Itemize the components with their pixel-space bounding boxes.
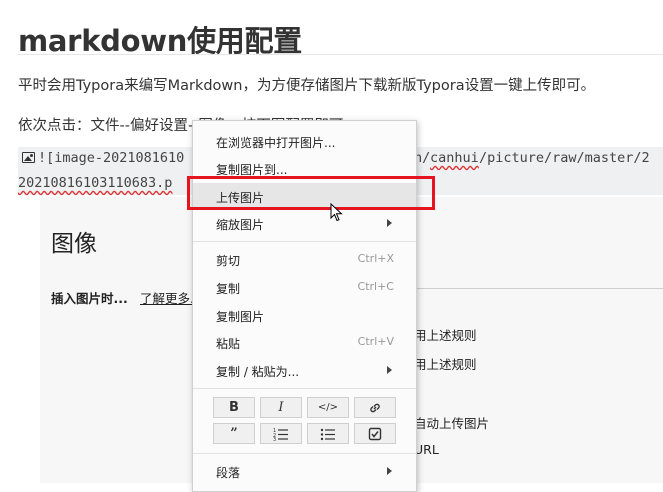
menu-item-label: 复制 bbox=[216, 282, 241, 296]
menu-item-open-in-browser[interactable]: 在浏览器中打开图片... bbox=[193, 128, 416, 154]
settings-option: 用上述规则 bbox=[414, 357, 477, 372]
quote-button[interactable]: ” bbox=[213, 423, 255, 444]
settings-option: 用上述规则 bbox=[414, 328, 477, 343]
bold-button[interactable]: B bbox=[213, 397, 255, 418]
menu-item-label: 复制图片 bbox=[216, 310, 265, 324]
menu-separator bbox=[193, 453, 416, 454]
menu-item-label: 剪切 bbox=[216, 254, 241, 268]
menu-item-shortcut: Ctrl+X bbox=[357, 252, 394, 265]
menu-item-paste[interactable]: 粘贴 Ctrl+V bbox=[193, 329, 416, 355]
menu-item-label: 缩放图片 bbox=[216, 218, 265, 232]
menu-item-label: 在浏览器中打开图片... bbox=[216, 136, 336, 150]
link-button[interactable] bbox=[354, 397, 396, 418]
menu-separator bbox=[193, 241, 416, 242]
image-markdown-filename: 20210816103110683.p bbox=[18, 175, 173, 191]
image-markdown-source-user: canhui bbox=[430, 150, 479, 166]
code-icon: </> bbox=[317, 402, 339, 413]
menu-item-copy-paste-as[interactable]: 复制 / 粘贴为... bbox=[193, 357, 416, 383]
settings-option: 自动上传图片 bbox=[414, 416, 490, 431]
mouse-cursor-icon bbox=[330, 203, 343, 222]
link-icon bbox=[370, 403, 380, 412]
ordered-list-button[interactable]: 123 bbox=[260, 423, 302, 444]
menu-item-copy[interactable]: 复制 Ctrl+C bbox=[193, 274, 416, 300]
menu-item-cut[interactable]: 剪切 Ctrl+X bbox=[193, 246, 416, 272]
svg-text:3: 3 bbox=[273, 437, 276, 441]
image-markdown-source-end: /picture/raw/master/2 bbox=[479, 150, 650, 166]
menu-item-label: 段落 bbox=[216, 466, 241, 480]
ordered-list-icon: 123 bbox=[273, 428, 288, 441]
submenu-arrow-icon bbox=[387, 219, 392, 227]
menu-item-label: 复制 / 粘贴为... bbox=[216, 365, 300, 379]
menu-item-label: 粘贴 bbox=[216, 337, 241, 351]
bullet-list-icon bbox=[320, 428, 335, 440]
bullet-list-button[interactable] bbox=[307, 423, 349, 444]
annotation-highlight-box bbox=[187, 176, 435, 210]
menu-item-zoom-image[interactable]: 缩放图片 bbox=[193, 210, 416, 236]
settings-title: 图像 bbox=[51, 231, 97, 257]
image-markdown-source-start: ![image-2021081610 bbox=[38, 150, 185, 166]
settings-option: URL bbox=[414, 442, 439, 457]
menu-item-copy-image[interactable]: 复制图片 bbox=[193, 302, 416, 328]
menu-item-shortcut: Ctrl+C bbox=[357, 280, 394, 293]
task-list-button[interactable] bbox=[354, 423, 396, 444]
italic-button[interactable]: I bbox=[260, 397, 302, 418]
settings-insert-label: 插入图片时... bbox=[51, 291, 128, 306]
submenu-arrow-icon bbox=[387, 366, 392, 374]
menu-item-paragraph[interactable]: 段落 bbox=[193, 458, 416, 484]
code-button[interactable]: </> bbox=[307, 397, 349, 418]
broken-image-icon bbox=[22, 152, 35, 163]
menu-separator bbox=[193, 388, 416, 389]
menu-item-shortcut: Ctrl+V bbox=[357, 335, 394, 348]
quote-icon: ” bbox=[230, 426, 238, 441]
settings-divider bbox=[400, 288, 663, 289]
bold-icon: B bbox=[229, 400, 239, 415]
heading-divider bbox=[18, 54, 663, 55]
italic-icon: I bbox=[278, 400, 284, 415]
submenu-arrow-icon bbox=[387, 467, 392, 475]
paragraph-intro: 平时会用Typora来编写Markdown，为方便存储图片下载新版Typora设… bbox=[18, 78, 596, 94]
task-list-icon bbox=[368, 427, 382, 440]
